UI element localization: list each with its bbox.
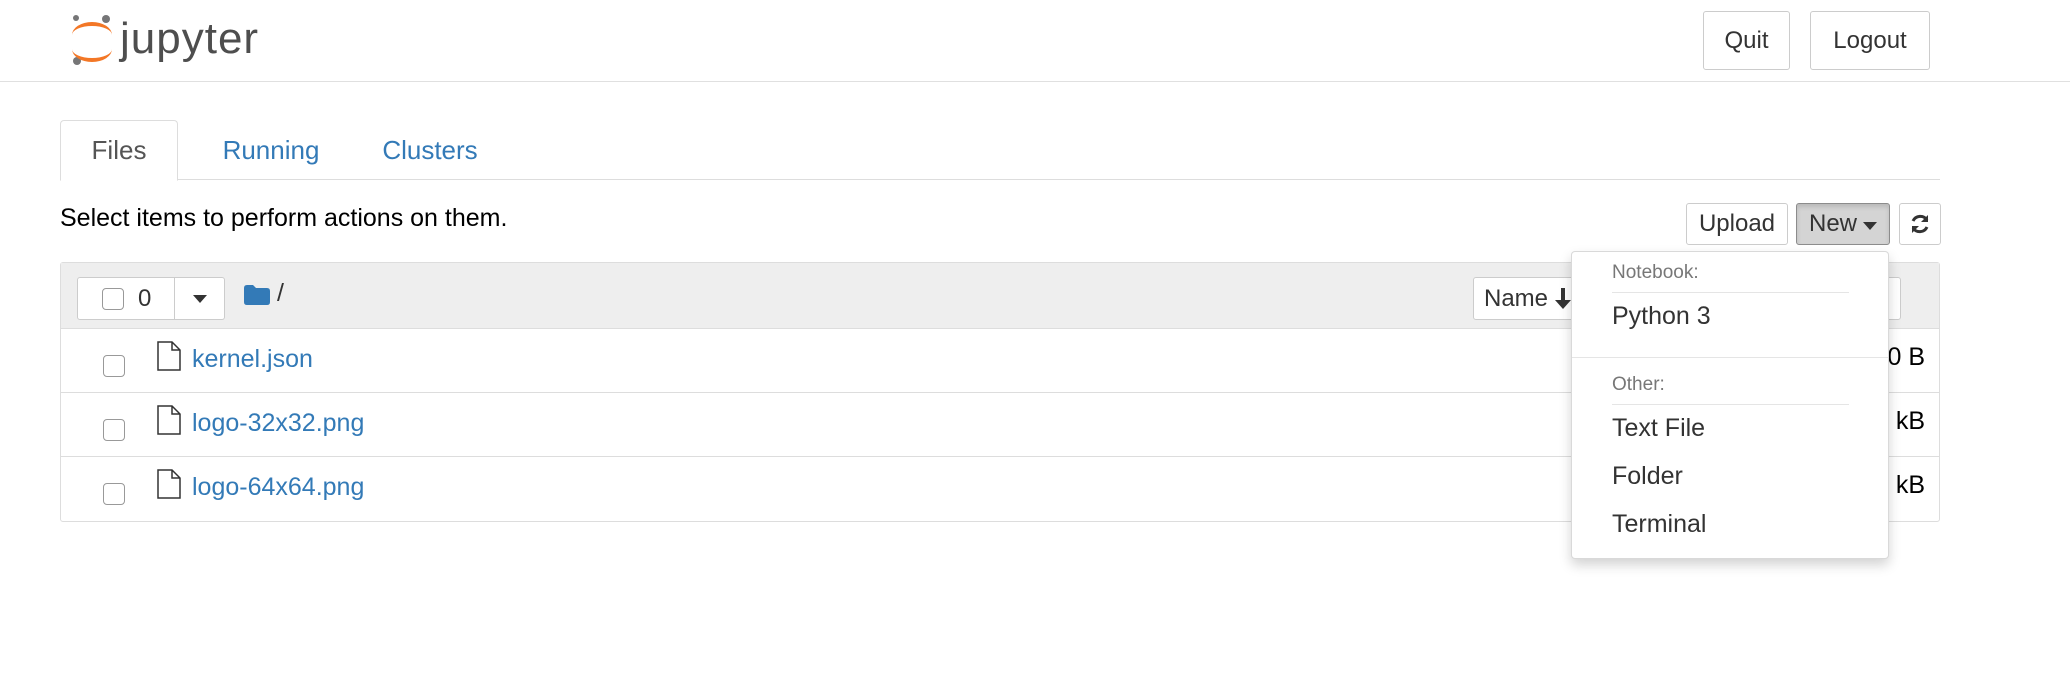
menu-item-text-file[interactable]: Text File: [1612, 414, 1705, 443]
file-size: 0 B: [1887, 343, 1925, 371]
tab-clusters[interactable]: Clusters: [365, 120, 495, 180]
section-rule: [1612, 404, 1849, 405]
file-checkbox[interactable]: [103, 419, 125, 441]
menu-divider: [1572, 357, 1888, 358]
header-bar: jupyter Quit Logout: [0, 0, 2070, 82]
file-link[interactable]: logo-32x32.png: [192, 409, 364, 438]
caret-down-icon: [1863, 221, 1877, 230]
file-size: kB: [1895, 407, 1925, 435]
file-checkbox[interactable]: [103, 355, 125, 377]
file-checkbox[interactable]: [103, 483, 125, 505]
arrow-down-icon: [1555, 287, 1572, 309]
selection-menu-button[interactable]: [175, 277, 225, 320]
refresh-button[interactable]: [1899, 203, 1941, 245]
tab-running[interactable]: Running: [212, 120, 330, 180]
folder-icon: [244, 285, 270, 305]
quit-button[interactable]: Quit: [1703, 11, 1790, 70]
notebook-section-header: Notebook:: [1612, 262, 1699, 283]
selection-hint: Select items to perform actions on them.: [60, 204, 508, 232]
other-section-header: Other:: [1612, 374, 1665, 395]
jupyter-logo-icon: [68, 11, 116, 67]
new-dropdown-menu: Notebook: Python 3 Other: Text File Fold…: [1571, 251, 1889, 559]
file-size: kB: [1895, 471, 1925, 499]
sort-label: Name: [1484, 284, 1549, 312]
jupyter-logo[interactable]: jupyter: [68, 10, 259, 68]
tab-bar: Files Running Clusters: [60, 120, 1940, 181]
menu-item-terminal[interactable]: Terminal: [1612, 510, 1706, 539]
breadcrumb[interactable]: /: [277, 279, 284, 308]
file-link[interactable]: logo-64x64.png: [192, 473, 364, 502]
new-button-label: New: [1808, 210, 1857, 237]
menu-item-python3[interactable]: Python 3: [1612, 302, 1711, 331]
logout-button[interactable]: Logout: [1810, 11, 1930, 70]
new-button[interactable]: New: [1796, 203, 1890, 245]
refresh-icon: [1911, 214, 1929, 234]
file-icon: [157, 469, 181, 499]
menu-item-folder[interactable]: Folder: [1612, 462, 1683, 491]
select-all-checkbox[interactable]: [102, 287, 124, 310]
file-link[interactable]: kernel.json: [192, 345, 313, 374]
file-icon: [157, 341, 181, 371]
section-rule: [1612, 292, 1849, 293]
logo-text: jupyter: [120, 14, 260, 63]
selected-count: 0: [138, 284, 152, 312]
select-all-group: 0: [77, 277, 225, 320]
select-all-box[interactable]: 0: [77, 277, 175, 320]
file-icon: [157, 405, 181, 435]
caret-down-icon: [192, 294, 207, 303]
tab-files[interactable]: Files: [60, 120, 178, 181]
upload-button[interactable]: Upload: [1686, 203, 1788, 245]
